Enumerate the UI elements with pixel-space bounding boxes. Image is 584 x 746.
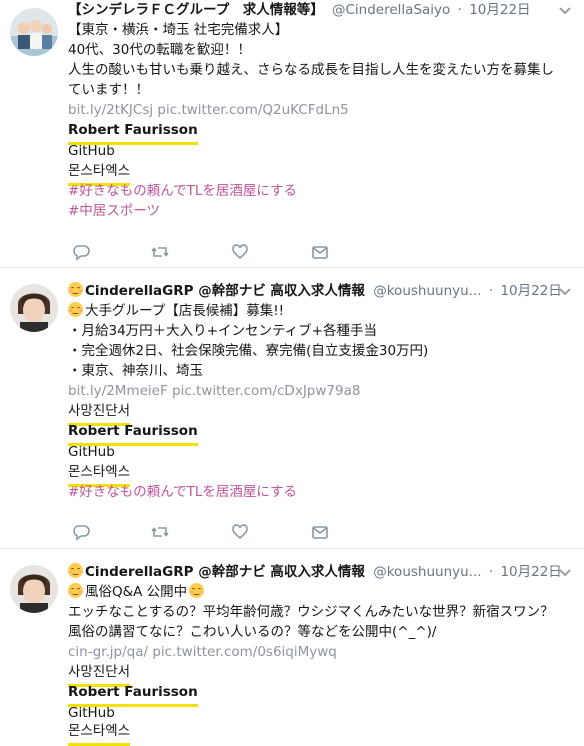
pic-link[interactable]: pic.twitter.com/cDxJpw79a8 <box>172 383 360 399</box>
short-link[interactable]: bit.ly/2MmeieF <box>68 383 168 399</box>
pic-link[interactable]: pic.twitter.com/Q2uKCFdLn5 <box>157 102 348 118</box>
timestamp[interactable]: 10月22日 <box>500 564 561 580</box>
github-label: GitHub <box>68 444 115 460</box>
tweet-header: CinderellaGRP @幹部ナビ 高収入求人情報 @koushuunyu.… <box>68 281 562 301</box>
tweet[interactable]: CinderellaGRP @幹部ナビ 高収入求人情報 @koushuunyu.… <box>0 549 584 746</box>
tweet-text-line: 40代、30代の転職を歓迎！！ <box>68 42 251 58</box>
smiling-face-emoji <box>68 583 83 598</box>
smiling-face-emoji <box>68 563 83 578</box>
display-name[interactable]: 【シンデレラＦＣグループ 求人情報等】 <box>68 2 324 18</box>
injected-korean-line: 사망진단서 <box>68 401 131 426</box>
short-link[interactable]: cin-gr.jp/qa/ <box>68 644 148 660</box>
timestamp[interactable]: 10月22日 <box>469 2 530 18</box>
tweet-text: 風俗Q&A 公開中 <box>85 584 188 600</box>
like-icon[interactable] <box>230 242 250 262</box>
tweet[interactable]: CinderellaGRP @幹部ナビ 高収入求人情報 @koushuunyu.… <box>0 268 584 549</box>
like-icon[interactable] <box>230 522 250 542</box>
smiling-face-emoji <box>189 583 205 598</box>
injected-korean-line: 몬스타엑스 <box>68 161 131 186</box>
injected-korean-line: 사망진단서 <box>68 662 131 687</box>
injected-name-line: Robert Faurisson <box>68 682 198 707</box>
chevron-down-icon[interactable] <box>558 568 572 578</box>
tweet-text-line: 風俗の講習てなに？こわい人いるの？等などを公開中(^_^)/ <box>68 624 437 640</box>
tweet-text-line: 人生の酸いも甘いも乗り越え、さらなる成長を目指し人生を変えたい方を募集し <box>68 62 554 78</box>
display-name[interactable]: CinderellaGRP @幹部ナビ 高収入求人情報 <box>85 564 365 580</box>
avatar[interactable] <box>10 284 58 332</box>
avatar[interactable] <box>10 8 58 56</box>
reply-icon[interactable] <box>72 242 92 262</box>
tweet-text-line: 風俗Q&A 公開中 <box>68 582 206 602</box>
highlighted-korean: 몬스타엑스 <box>68 721 131 746</box>
hashtag[interactable]: #好きなもの頼んでTLを居酒屋にする <box>68 482 297 502</box>
reply-icon[interactable] <box>72 522 92 542</box>
tweet-text-line: エッチなことするの？平均年齢何歳？ウシジマくんみたいな世界？新宿スワン？ <box>68 604 554 620</box>
tweet-text-line: ・東京、神奈川、埼玉 <box>68 363 203 379</box>
tweet-links: bit.ly/2tKJCsj pic.twitter.com/Q2uKCFdLn… <box>68 100 349 120</box>
smiling-face-emoji <box>68 302 83 317</box>
short-link[interactable]: bit.ly/2tKJCsj <box>68 102 153 118</box>
chevron-down-icon[interactable] <box>558 6 572 16</box>
tweet-text-line: ・月給34万円＋大入り+インセンティブ+各種手当 <box>68 323 377 339</box>
display-name[interactable]: CinderellaGRP @幹部ナビ 高収入求人情報 <box>85 283 365 299</box>
tweet-actions <box>68 242 388 262</box>
avatar[interactable] <box>10 565 58 613</box>
tweet-links: cin-gr.jp/qa/ pic.twitter.com/0s6iqiMywq <box>68 642 337 662</box>
hashtag[interactable]: #中居スポーツ <box>68 201 160 221</box>
message-icon[interactable] <box>310 522 330 542</box>
retweet-icon[interactable] <box>150 242 170 262</box>
injected-name-line: Robert Faurisson <box>68 120 198 145</box>
handle[interactable]: @koushuunyu... <box>373 283 481 299</box>
injected-korean-line: 몬스타엑스 <box>68 462 131 487</box>
hashtag[interactable]: #好きなもの頼んでTLを居酒屋にする <box>68 181 297 201</box>
separator-dot: · <box>488 283 494 299</box>
github-label: GitHub <box>68 143 115 159</box>
tweet-text-line: ・完全週休2日、社会保険完備、寮完備(自立支援金30万円) <box>68 343 429 359</box>
handle[interactable]: @CinderellaSaiyo <box>332 2 450 18</box>
timestamp[interactable]: 10月22日 <box>500 283 561 299</box>
tweet-links: bit.ly/2MmeieF pic.twitter.com/cDxJpw79a… <box>68 381 360 401</box>
tweet-header: CinderellaGRP @幹部ナビ 高収入求人情報 @koushuunyu.… <box>68 562 562 582</box>
tweet-text-line: 【東京・横浜・埼玉 社宅完備求人】 <box>68 22 289 38</box>
smiling-face-emoji <box>68 282 83 297</box>
injected-name-line: Robert Faurisson <box>68 421 198 446</box>
injected-korean-line: 몬스타엑스 <box>68 721 131 746</box>
separator-dot: · <box>457 2 462 18</box>
message-icon[interactable] <box>310 242 330 262</box>
handle[interactable]: @koushuunyu... <box>373 564 481 580</box>
github-label: GitHub <box>68 705 115 721</box>
tweet-text: 大手グループ【店長候補】募集!! <box>85 303 285 319</box>
tweet[interactable]: 【シンデレラＦＣグループ 求人情報等】 @CinderellaSaiyo · 1… <box>0 0 584 268</box>
tweet-header: 【シンデレラＦＣグループ 求人情報等】 @CinderellaSaiyo · 1… <box>68 0 531 20</box>
tweet-text-line: ています！！ <box>68 82 149 98</box>
tweet-actions <box>68 522 388 542</box>
separator-dot: · <box>488 564 494 580</box>
retweet-icon[interactable] <box>150 522 170 542</box>
chevron-down-icon[interactable] <box>558 287 572 297</box>
tweet-text-line: 大手グループ【店長候補】募集!! <box>68 301 284 321</box>
pic-link[interactable]: pic.twitter.com/0s6iqiMywq <box>152 644 337 660</box>
